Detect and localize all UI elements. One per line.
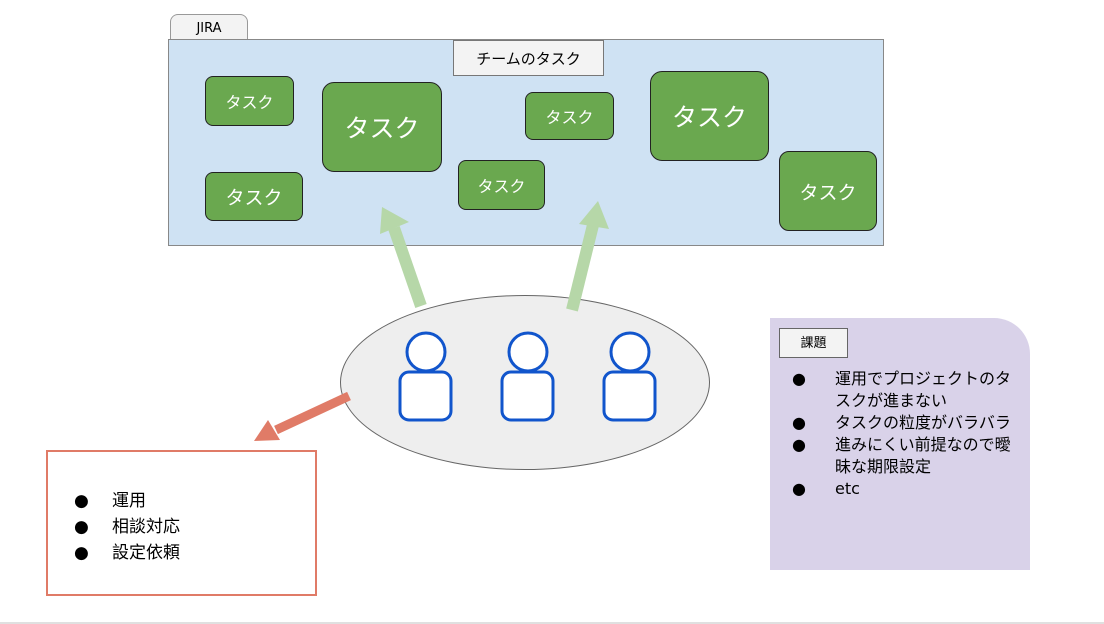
arrow-down-left-icon	[254, 391, 351, 441]
arrow-up-icon	[566, 201, 609, 312]
list-item: ● 進みにくい前提なので曖昧な期限設定	[792, 435, 1011, 476]
list-item: ● etc	[792, 479, 860, 498]
list-item: ● 相談対応	[74, 517, 180, 537]
person-icon	[398, 331, 453, 422]
list-item: ● 設定依頼	[74, 543, 180, 563]
list-item: ● タスクの粒度がバラバラ	[792, 413, 1011, 432]
list-item: ● 運用	[74, 491, 146, 511]
operations-list: ● 運用 ● 相談対応 ● 設定依頼	[74, 488, 180, 566]
issues-title: 課題	[779, 328, 848, 358]
arrow-up-icon	[380, 207, 427, 308]
list-item: ● 運用でプロジェクトのタスクが進まない	[792, 369, 1012, 410]
person-icon	[500, 331, 555, 422]
issues-list: ● 運用でプロジェクトのタスクが進まない ● タスクの粒度がバラバラ ● 進みにくい前…	[792, 368, 1022, 500]
operations-box: ● 運用 ● 相談対応 ● 設定依頼	[46, 450, 317, 596]
person-icon	[602, 331, 657, 422]
